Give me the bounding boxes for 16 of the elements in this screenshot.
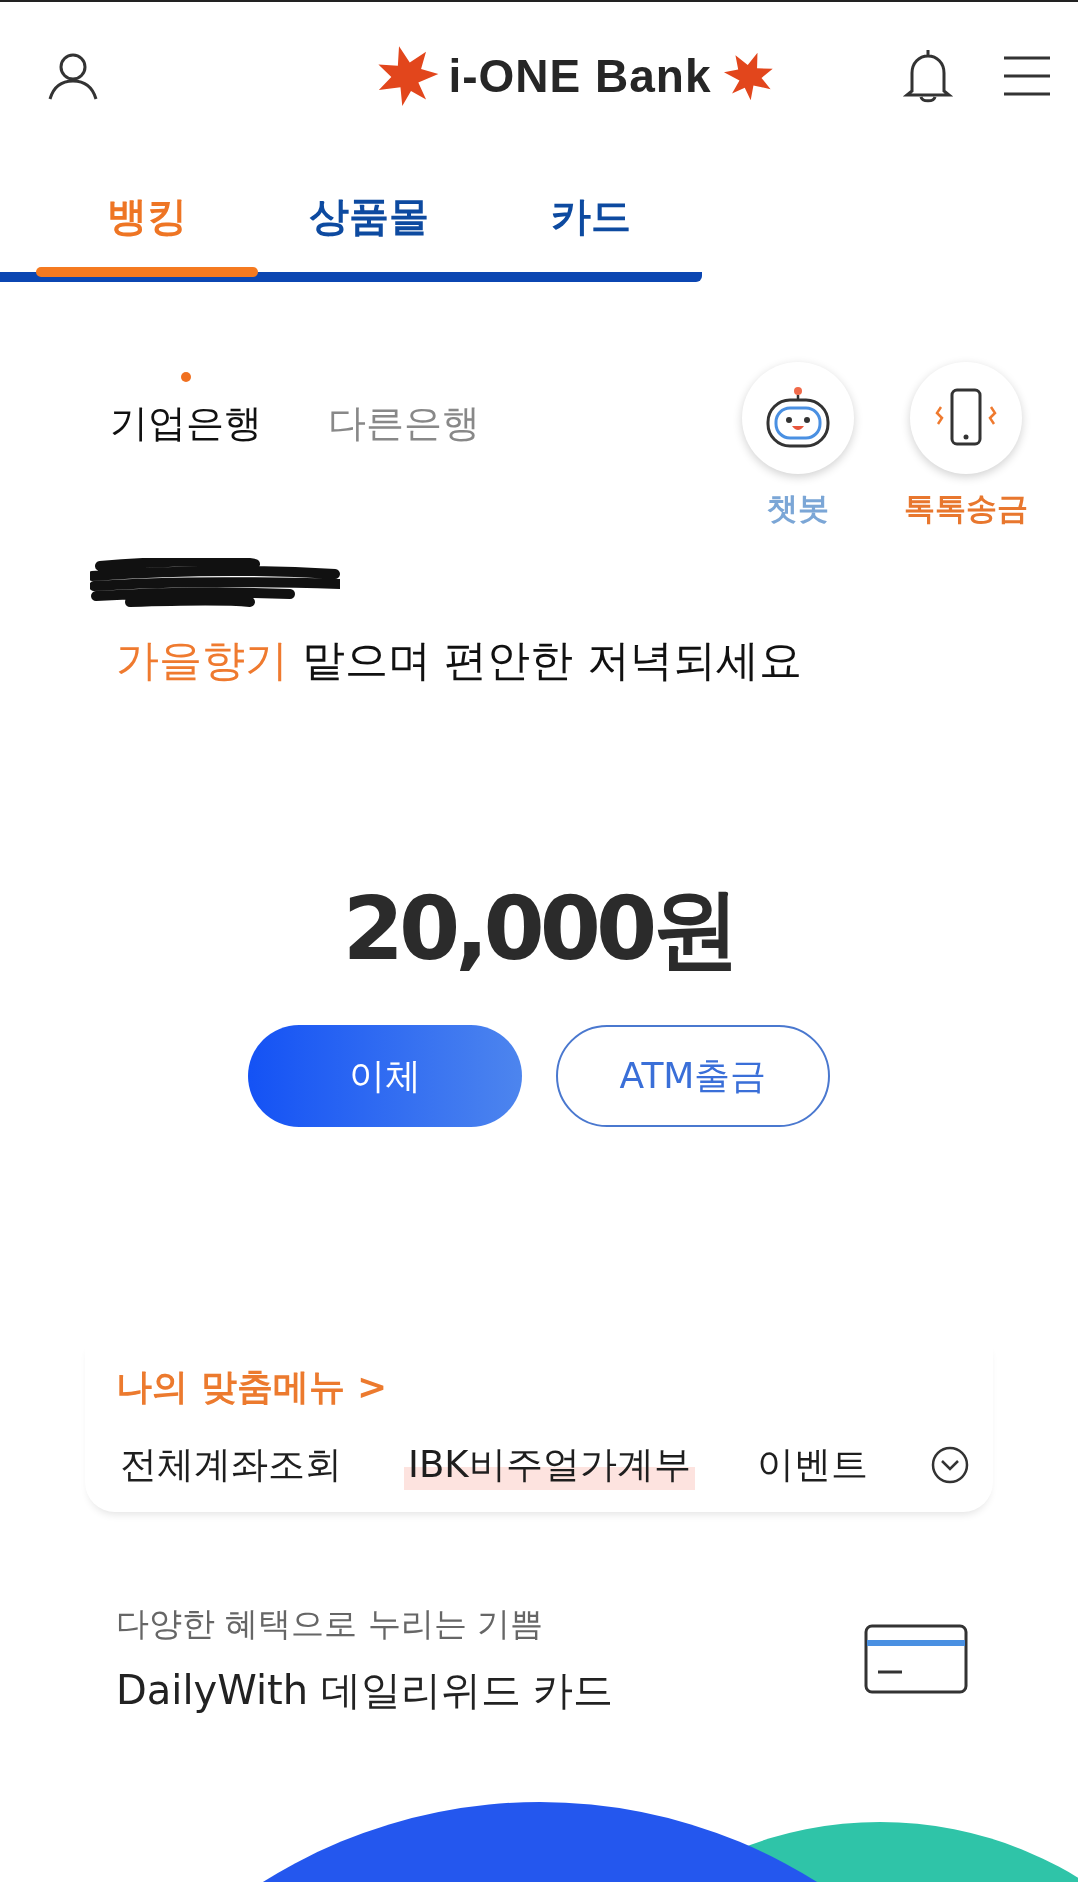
balance-amount: 20,000원 (341, 876, 737, 982)
transfer-button[interactable]: 이체 (248, 1025, 522, 1127)
menu-shortcut[interactable]: 이벤트 (752, 1440, 872, 1490)
greeting-text: 가을향기 맡으며 편안한 저녁되세요 (116, 634, 803, 687)
menu-shortcut[interactable]: 전체계좌조회 (116, 1440, 346, 1490)
main-tab[interactable]: 카드 (480, 155, 702, 277)
promo-subtitle: 다양한 혜택으로 누리는 기쁨 (116, 1603, 545, 1645)
promo-title[interactable]: DailyWith 데일리위드 카드 (116, 1663, 614, 1718)
expand-icon[interactable] (929, 1445, 970, 1485)
logo: i-ONE Bank (448, 49, 712, 103)
bank-tab[interactable]: 기업은행 (110, 370, 262, 449)
bank-tab[interactable]: 다른은행 (328, 370, 480, 449)
vibrating-phone-icon (933, 387, 999, 449)
main-tab[interactable]: 상품몰 (258, 155, 480, 277)
credit-card-icon (864, 1624, 968, 1696)
atm-withdraw-button[interactable]: ATM출금 (556, 1025, 830, 1127)
